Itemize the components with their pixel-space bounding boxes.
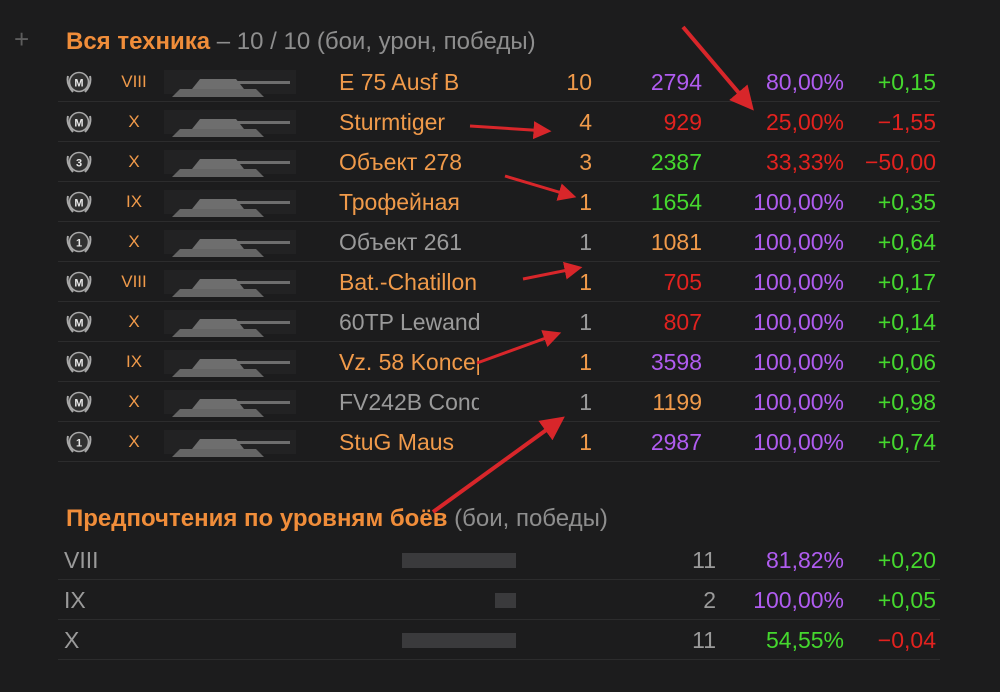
annotation-arrow	[681, 25, 754, 111]
annotation-arrows	[431, 25, 754, 514]
annotation-arrow	[469, 121, 552, 140]
annotation-arrow	[476, 330, 562, 365]
annotation-arrow	[504, 174, 577, 201]
annotation-arrow	[522, 261, 583, 281]
annotation-arrow	[431, 416, 565, 514]
